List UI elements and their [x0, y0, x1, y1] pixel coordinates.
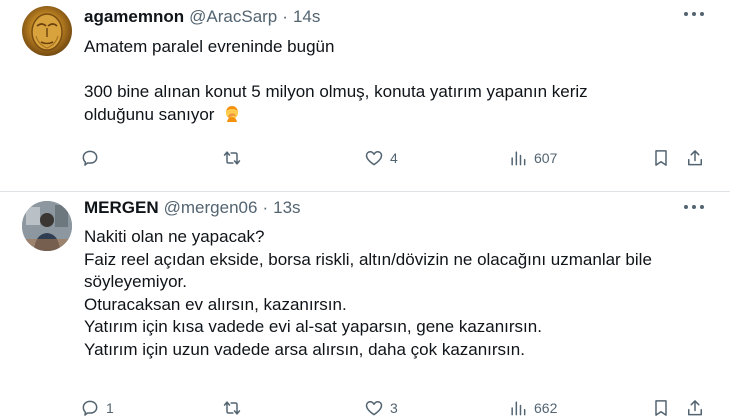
- tweet-text-line: söyleyemiyor.: [84, 272, 187, 291]
- display-name[interactable]: MERGEN: [84, 198, 159, 218]
- bookmark-button[interactable]: [651, 396, 671, 420]
- retweet-icon: [223, 401, 241, 415]
- view-count: 607: [534, 150, 558, 166]
- tweet-header: MERGEN @mergen06 · 13s: [84, 197, 301, 219]
- views-button[interactable]: 607: [508, 146, 557, 170]
- reply-count: 1: [106, 400, 114, 416]
- like-count: 4: [390, 150, 398, 166]
- tweet-text-line: Yatırım için kısa vadede evi al-sat yapa…: [84, 317, 542, 336]
- bookmark-icon: [655, 150, 667, 166]
- reply-icon: [82, 400, 98, 416]
- display-name[interactable]: agamemnon: [84, 7, 184, 27]
- retweet-button[interactable]: [222, 396, 248, 420]
- retweet-button[interactable]: [222, 146, 248, 170]
- tweet[interactable]: MERGEN @mergen06 · 13s Nakiti olan ne ya…: [0, 193, 730, 420]
- tweet-text-line: Oturacaksan ev alırsın, kazanırsın.: [84, 294, 347, 314]
- tweet-text-blank-line: [84, 59, 588, 82]
- tweet-actions: 4 607: [78, 146, 708, 170]
- like-icon: [365, 401, 383, 416]
- timestamp[interactable]: 13s: [273, 198, 300, 218]
- user-handle[interactable]: @mergen06: [164, 198, 258, 218]
- reply-button[interactable]: 1: [80, 396, 114, 420]
- bookmark-button[interactable]: [651, 146, 671, 170]
- views-button[interactable]: 662: [508, 396, 557, 420]
- tweet-text-line: olduğunu sanıyor: [84, 104, 215, 124]
- tweet-text-line: Nakiti olan ne yapacak?: [84, 227, 265, 246]
- more-options-icon[interactable]: [684, 10, 704, 18]
- share-icon: [688, 150, 702, 166]
- tweet-text-line: 300 bine alınan konut 5 milyon olmuş, ko…: [84, 82, 588, 101]
- tweet-text-line-with-emoji: olduğunu sanıyor: [84, 104, 588, 127]
- separator-dot: ·: [282, 7, 288, 26]
- like-button[interactable]: 4: [364, 146, 398, 170]
- share-icon: [688, 400, 702, 416]
- share-button[interactable]: [685, 396, 705, 420]
- tweet-actions: 1 3 662: [78, 396, 708, 420]
- person-facepalming-emoji: [226, 105, 239, 122]
- like-button[interactable]: 3: [364, 396, 398, 420]
- tweet-divider: [0, 191, 730, 192]
- bookmark-icon: [655, 400, 667, 416]
- view-count: 662: [534, 400, 558, 416]
- like-count: 3: [390, 400, 398, 416]
- avatar[interactable]: [22, 6, 72, 56]
- like-icon: [365, 151, 383, 166]
- views-icon: [511, 151, 526, 166]
- separator-dot: ·: [262, 198, 269, 217]
- person-avatar-image: [22, 201, 72, 251]
- timestamp[interactable]: 14s: [293, 7, 320, 27]
- more-options-icon[interactable]: [684, 203, 704, 211]
- tweet-text-line: Amatem paralel evreninde bugün: [84, 37, 335, 56]
- tweet[interactable]: agamemnon @AracSarp · 14s Amatem paralel…: [0, 0, 730, 192]
- gold-mask-avatar-image: [31, 13, 63, 51]
- user-handle[interactable]: @AracSarp: [189, 7, 277, 27]
- tweet-text: Nakiti olan ne yapacak? Faiz reel açıdan…: [84, 226, 652, 361]
- retweet-icon: [223, 151, 241, 165]
- tweet-header: agamemnon @AracSarp · 14s: [84, 6, 320, 28]
- tweet-text-line: Yatırım için uzun vadede arsa alırsın, d…: [84, 339, 525, 359]
- reply-button[interactable]: [80, 146, 106, 170]
- share-button[interactable]: [685, 146, 705, 170]
- reply-icon: [82, 150, 98, 166]
- tweet-text-line: Faiz reel açıdan ekside, borsa riskli, a…: [84, 249, 652, 269]
- avatar[interactable]: [22, 201, 72, 251]
- tweet-text: Amatem paralel evreninde bugün 300 bine …: [84, 36, 588, 126]
- views-icon: [511, 401, 526, 416]
